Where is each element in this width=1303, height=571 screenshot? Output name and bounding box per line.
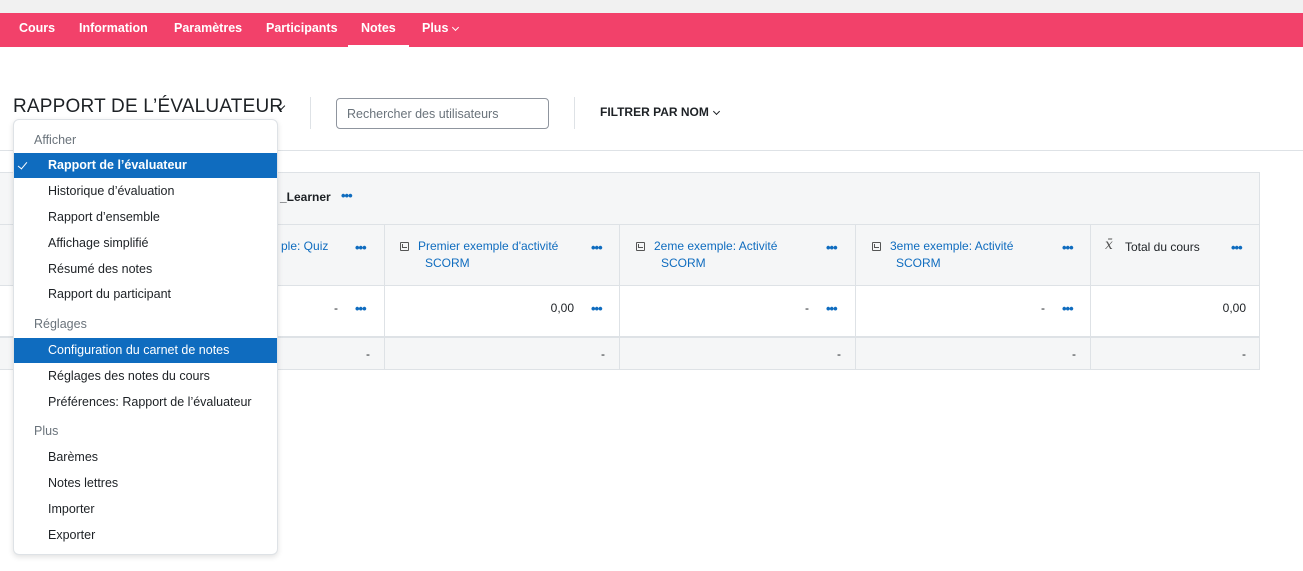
grade-item-link-line2[interactable]: SCORM [661, 255, 706, 272]
column-actions-menu-icon[interactable]: ••• [826, 241, 838, 254]
menu-item-grader-preferences[interactable]: Préférences: Rapport de l’évaluateur [14, 390, 277, 415]
average-value: - [366, 347, 370, 361]
grade-value: - [334, 301, 338, 315]
course-total-value: 0,00 [1222, 301, 1246, 315]
menu-section-header: Réglages [34, 317, 87, 331]
column-header: x̄ Total du cours ••• [1090, 225, 1260, 285]
menu-item-label: Rapport de l’évaluateur [48, 158, 187, 172]
scorm-package-icon [872, 242, 881, 251]
nav-cours[interactable]: Cours [19, 13, 55, 47]
check-icon [17, 159, 28, 170]
filter-by-name-button[interactable]: FILTRER PAR NOM [600, 105, 720, 119]
nav-plus-menu[interactable]: Plus [422, 13, 460, 47]
column-header: 3eme exemple: Activité SCORM ••• [855, 225, 1090, 285]
average-value: - [1072, 347, 1076, 361]
grade-value: - [805, 301, 809, 315]
column-actions-menu-icon[interactable]: ••• [1062, 241, 1074, 254]
grade-item-link[interactable]: Premier exemple d'activité [418, 238, 558, 255]
menu-item-grader-report[interactable]: Rapport de l’évaluateur [14, 153, 277, 178]
menu-section-header: Afficher [34, 133, 77, 147]
scorm-package-icon [636, 242, 645, 251]
secondary-navigation: Cours Information Paramètres Participant… [0, 13, 1303, 47]
course-total-icon: x̄ [1105, 237, 1113, 253]
chevron-down-icon [452, 23, 460, 32]
menu-item-grade-summary[interactable]: Résumé des notes [14, 257, 277, 282]
cell-actions-menu-icon[interactable]: ••• [591, 302, 603, 315]
page-title[interactable]: RAPPORT DE L’ÉVALUATEUR [13, 96, 283, 118]
grade-item-link[interactable]: 2eme exemple: Activité [654, 238, 777, 255]
column-actions-menu-icon[interactable]: ••• [1231, 241, 1243, 254]
menu-item-grade-history[interactable]: Historique d’évaluation [14, 179, 277, 204]
average-cell: - [619, 338, 855, 369]
average-cell: - [384, 338, 619, 369]
nav-plus-label: Plus [422, 21, 449, 35]
grade-value: - [1041, 301, 1045, 315]
grade-cell[interactable]: - ••• [855, 286, 1090, 336]
menu-item-single-view[interactable]: Affichage simplifié [14, 231, 277, 256]
menu-item-overview-report[interactable]: Rapport d’ensemble [14, 205, 277, 230]
cell-actions-menu-icon[interactable]: ••• [1062, 302, 1074, 315]
grade-cell[interactable]: 0,00 ••• [384, 286, 619, 336]
menu-item-scales[interactable]: Barèmes [14, 445, 277, 470]
cell-actions-menu-icon[interactable]: ••• [826, 302, 838, 315]
grade-cell: 0,00 [1090, 286, 1260, 336]
report-selector-dropdown: Afficher Rapport de l’évaluateur Histori… [13, 119, 278, 555]
chevron-down-icon [712, 107, 720, 116]
column-actions-menu-icon[interactable]: ••• [591, 241, 603, 254]
column-actions-menu-icon[interactable]: ••• [355, 241, 367, 254]
category-actions-menu-icon[interactable]: ••• [341, 189, 353, 202]
menu-item-user-report[interactable]: Rapport du participant [14, 282, 277, 307]
average-value: - [1242, 347, 1246, 361]
column-header: 2eme exemple: Activité SCORM ••• [619, 225, 855, 285]
cell-actions-menu-icon[interactable]: ••• [355, 302, 367, 315]
grade-item-link-line2[interactable]: SCORM [425, 255, 470, 272]
grade-item-link[interactable]: 3eme exemple: Activité [890, 238, 1013, 255]
average-value: - [837, 347, 841, 361]
course-total-label: Total du cours [1125, 240, 1200, 254]
nav-parametres[interactable]: Paramètres [174, 13, 242, 47]
divider [574, 97, 575, 129]
menu-item-export[interactable]: Exporter [14, 523, 277, 548]
grade-cell[interactable]: - ••• [619, 286, 855, 336]
menu-item-letters[interactable]: Notes lettres [14, 471, 277, 496]
menu-item-gradebook-setup[interactable]: Configuration du carnet de notes [14, 338, 277, 363]
grade-item-link[interactable]: ple: Quiz [281, 238, 328, 255]
grade-item-link-line2[interactable]: SCORM [896, 255, 941, 272]
search-users-input[interactable] [336, 98, 549, 129]
browser-top-strip [0, 0, 1303, 13]
column-header: Premier exemple d'activité SCORM ••• [384, 225, 619, 285]
nav-participants[interactable]: Participants [266, 13, 338, 47]
category-name: _Learner [280, 190, 331, 204]
average-value: - [601, 347, 605, 361]
scorm-package-icon [400, 242, 409, 251]
nav-notes[interactable]: Notes [348, 13, 409, 47]
divider [310, 97, 311, 129]
filter-by-name-label: FILTRER PAR NOM [600, 105, 709, 119]
menu-section-header: Plus [34, 424, 59, 438]
menu-item-import[interactable]: Importer [14, 497, 277, 522]
grade-value: 0,00 [550, 301, 574, 315]
menu-item-course-grade-settings[interactable]: Réglages des notes du cours [14, 364, 277, 389]
nav-information[interactable]: Information [79, 13, 148, 47]
average-cell: - [855, 338, 1090, 369]
average-cell: - [1090, 338, 1260, 369]
